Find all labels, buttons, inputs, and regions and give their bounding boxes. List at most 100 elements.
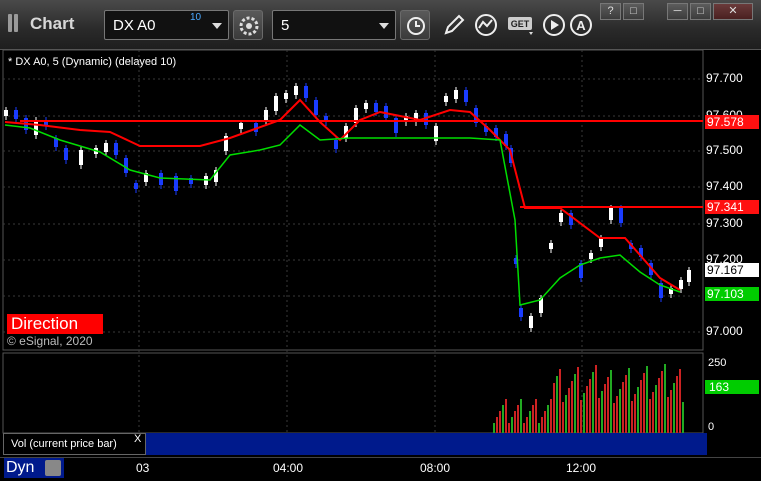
volume-bar [580, 400, 582, 433]
volume-bar [568, 388, 570, 433]
price-bar [124, 158, 128, 173]
price-bar [159, 173, 163, 185]
volume-bar [550, 399, 552, 433]
interval-dropdown[interactable]: 5 [272, 10, 396, 40]
volume-bar [592, 372, 594, 433]
volume-bar [529, 411, 531, 433]
volume-bar [646, 366, 648, 433]
gear-icon[interactable] [233, 10, 263, 40]
volume-bar [526, 417, 528, 433]
volume-bar [499, 411, 501, 433]
price-bar [454, 90, 458, 99]
volume-bar [589, 379, 591, 433]
volume-bar [541, 417, 543, 433]
volume-tick: 0 [708, 421, 715, 433]
volume-bar [565, 395, 567, 433]
interval-value: 5 [281, 17, 290, 34]
volume-bar [496, 417, 498, 433]
alert-icon[interactable]: A [567, 10, 595, 40]
volume-bar [643, 373, 645, 433]
price-bar [294, 86, 298, 95]
volume-bar [571, 381, 573, 433]
time-axis[interactable] [0, 457, 761, 481]
volume-bar [520, 399, 522, 433]
volume-bar [535, 399, 537, 433]
volume-bar [610, 370, 612, 433]
price-bar [134, 183, 138, 189]
price-bar [239, 123, 243, 129]
volume-bar [682, 402, 684, 433]
price-tag-last: 97.167 [705, 263, 759, 277]
close-button[interactable]: ✕ [713, 3, 753, 20]
volume-bar [511, 417, 513, 433]
volume-bar [595, 365, 597, 433]
chart-legend: * DX A0, 5 (Dynamic) (delayed 10) [8, 56, 177, 68]
direction-label: Direction [7, 314, 103, 334]
volume-bar [622, 382, 624, 433]
price-tick: 97.300 [706, 216, 743, 230]
volume-bar [502, 405, 504, 433]
volume-bar [544, 411, 546, 433]
volume-bar [577, 367, 579, 433]
price-bar [64, 148, 68, 160]
price-bar [34, 120, 38, 135]
volume-bar [628, 368, 630, 433]
time-label: 03 [136, 461, 150, 475]
price-chart[interactable] [0, 50, 761, 481]
study-icon[interactable] [472, 10, 500, 40]
volume-bar [604, 384, 606, 433]
price-tag-green-ma: 97.103 [705, 287, 759, 301]
clock-icon[interactable] [400, 10, 430, 40]
price-bar [619, 208, 623, 223]
pencil-icon[interactable] [440, 10, 468, 40]
symbol-dropdown[interactable]: DX A0 10 [104, 10, 229, 40]
price-bar [14, 110, 18, 119]
play-icon[interactable] [540, 10, 568, 40]
volume-bar [607, 377, 609, 433]
get-icon[interactable]: GET [505, 10, 537, 40]
volume-bar [562, 402, 564, 433]
price-bar [609, 208, 613, 220]
app-title: Chart [30, 14, 75, 33]
volume-bar [574, 374, 576, 433]
svg-text:A: A [576, 18, 586, 33]
volume-bar [598, 398, 600, 433]
volume-close-button[interactable]: X [134, 433, 141, 445]
volume-bar [523, 423, 525, 433]
volume-tick: 250 [708, 357, 727, 369]
volume-bar [559, 369, 561, 433]
volume-bar [553, 383, 555, 433]
toolbar: Chart DX A0 10 5 GET A ? □ ─ □ ✕ [0, 0, 761, 50]
volume-bar [667, 397, 669, 433]
price-bar [529, 316, 533, 328]
price-tick: 97.700 [706, 71, 743, 85]
volume-bar [640, 380, 642, 433]
volume-bar [670, 390, 672, 433]
svg-text:GET: GET [511, 19, 530, 29]
price-bar [589, 253, 593, 259]
volume-bar [637, 387, 639, 433]
price-bar [334, 140, 338, 149]
time-label: 08:00 [420, 461, 451, 475]
maximize-button[interactable]: □ [690, 3, 711, 20]
volume-bar [601, 391, 603, 433]
fast-moving-average-line [4, 98, 681, 291]
volume-bar [649, 399, 651, 433]
price-bar [79, 150, 83, 165]
price-bar [599, 238, 603, 247]
price-tag-resistance: 97.341 [705, 200, 759, 214]
volume-bar [514, 411, 516, 433]
volume-bar [625, 375, 627, 433]
price-pane-frame [2, 50, 704, 351]
volume-bar [658, 378, 660, 433]
minimize-button[interactable]: ─ [667, 3, 688, 20]
price-bar [464, 90, 468, 102]
volume-study-label[interactable]: Vol (current price bar) [3, 433, 146, 455]
volume-bar [556, 376, 558, 433]
lock-icon[interactable] [45, 460, 61, 476]
help-button[interactable]: ? [600, 3, 621, 20]
restore-button[interactable]: □ [623, 3, 644, 20]
volume-bar [655, 385, 657, 433]
price-bar [679, 280, 683, 289]
price-bar [559, 213, 563, 222]
